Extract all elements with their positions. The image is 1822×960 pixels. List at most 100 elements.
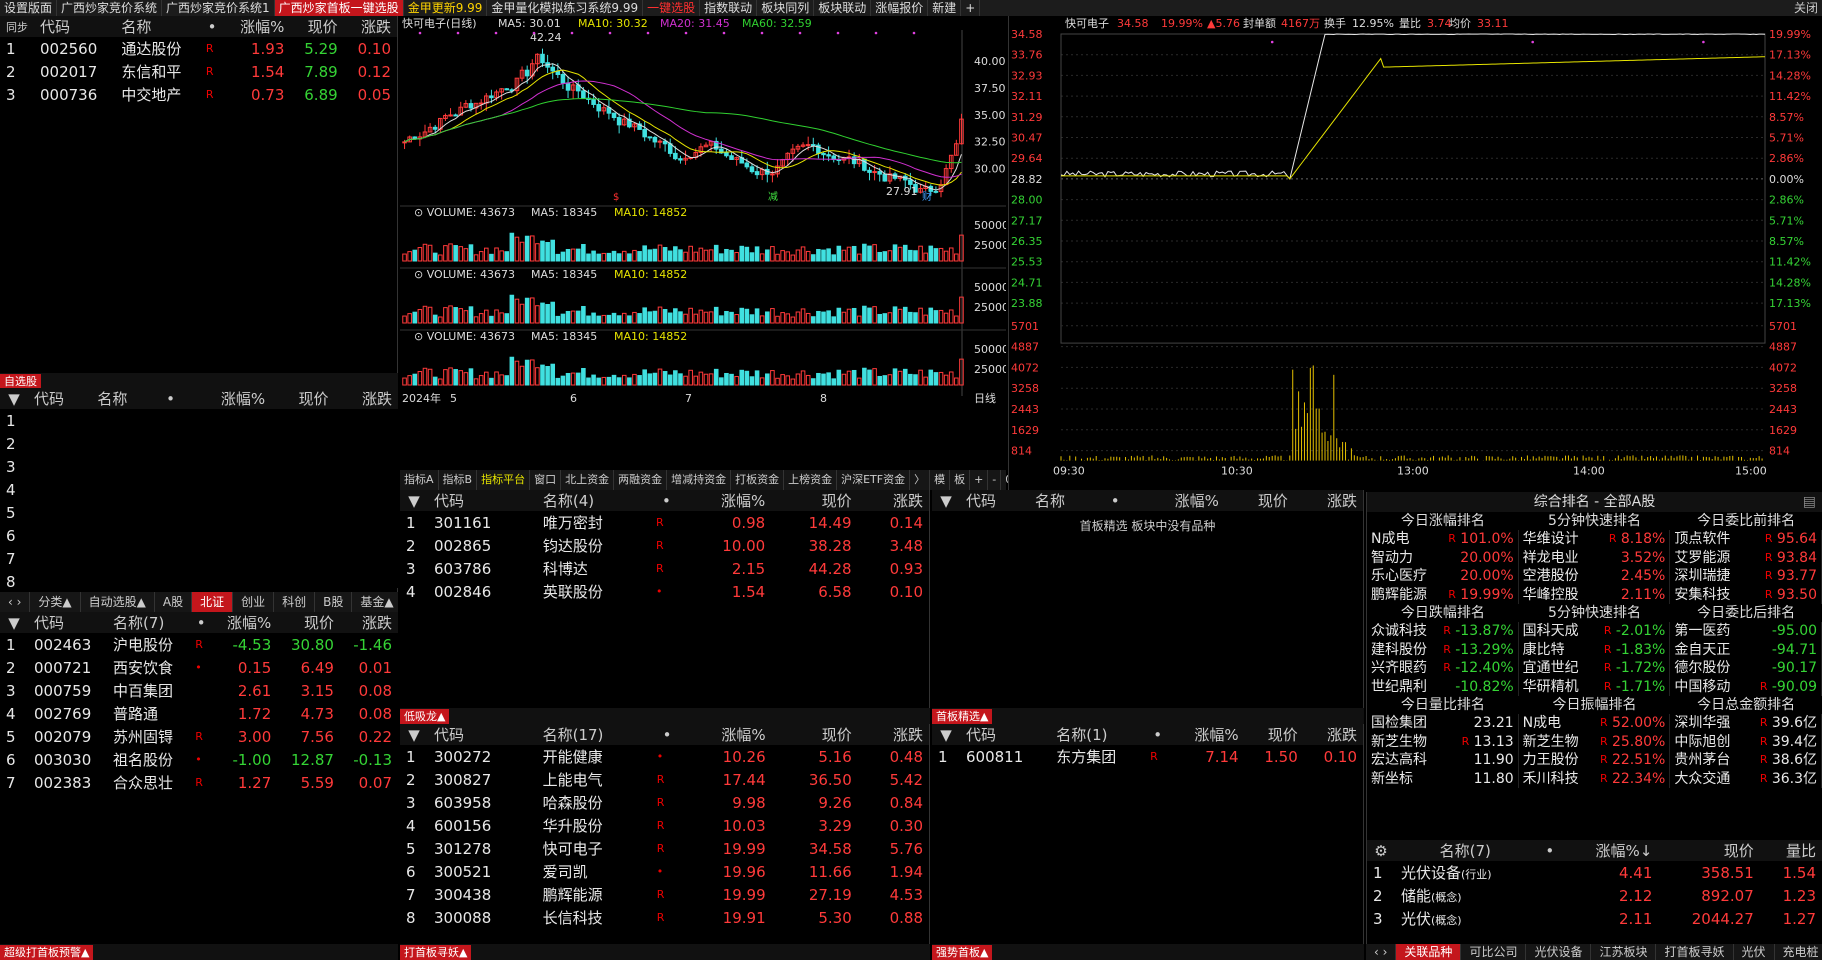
market-tab[interactable]: 分类▲ [30,592,81,612]
market-tab[interactable]: A股 [155,592,193,612]
rank-title[interactable]: 今日跌幅排名 [1367,604,1519,622]
rank-cell[interactable]: 禾川科技 R 22.34% [1519,769,1671,788]
col-code[interactable]: 代码 [428,724,537,745]
rank-cell[interactable]: 深圳华强 R 39.6亿 [1670,714,1822,733]
kline-chart[interactable]: 快可电子(日线) MA5: 30.01 MA10: 30.32 MA20: 31.45… [400,16,1009,470]
rank-cell[interactable]: 国科天成 R -2.01% [1519,622,1671,641]
col-code[interactable]: 代码 [28,612,107,633]
rank-cell[interactable]: 众诚科技 R -13.87% [1367,622,1519,641]
rank-title[interactable]: 5分钟快速排名 [1519,604,1671,622]
table-row[interactable]: 1 [0,409,398,432]
mid2-tag[interactable]: 首板精选▲ [932,709,993,724]
col-name[interactable]: 名称 [1029,490,1098,511]
col-pct[interactable]: 涨幅% [1171,724,1244,745]
sector-tab[interactable]: 打首板寻妖 [1656,944,1734,960]
sector-tab[interactable]: 可比公司 [1461,944,1527,960]
col-name[interactable]: 名称(17) [537,724,651,745]
rank-title[interactable]: 今日委比后排名 [1670,604,1822,622]
col-pct[interactable]: 涨幅% [683,724,771,745]
top-tab[interactable]: 广西炒家竞价系统1 [162,0,275,16]
rank-title[interactable]: 今日振幅排名 [1519,696,1671,714]
market-tab[interactable]: 北证 [192,592,234,612]
rank-cell[interactable]: 大众交通 R 36.3亿 [1670,769,1822,788]
top-tab[interactable]: 金甲更新9.99 [404,0,488,16]
top-tab[interactable]: 指数联动 [700,0,758,16]
table-row[interactable]: 6 300521 爱司凯 • 19.96 11.66 1.94 [400,860,929,883]
indicator-tab[interactable]: 北上资金 [561,470,615,490]
sector-tab[interactable]: 充电桩 [1775,944,1822,960]
rank-cell[interactable]: 建科股份 R -13.29% [1367,640,1519,659]
table-row[interactable]: 4 600156 华升股份 R 10.03 3.29 0.30 [400,814,929,837]
sector-tab[interactable]: 光伏 [1734,944,1775,960]
sector-col[interactable]: 名称(7) [1395,840,1536,861]
table-row[interactable]: 8 [0,570,398,589]
rank-cell[interactable]: 新芝生物 R 25.80% [1519,732,1671,751]
menu-icon[interactable]: ▤ [1803,492,1816,512]
col-price[interactable]: 现价 [1225,490,1294,511]
table-row[interactable]: 6 003030 祖名股份 • -1.00 12.87 -0.13 [0,748,398,771]
collapse-icon[interactable]: ▼ [400,490,428,511]
table-row[interactable]: 1 002560 通达股份 R 1.93 5.29 0.10 [0,37,397,60]
market-tab[interactable]: 自动选股▲ [81,592,155,612]
indicator-tab[interactable]: 上榜资金 [784,470,838,490]
rank-cell[interactable]: 华研精机 R -1.71% [1519,677,1671,696]
col-price[interactable]: 现价 [290,16,343,37]
rank-cell[interactable]: 中国移动 R -90.09 [1670,677,1822,696]
collapse-icon[interactable]: ▼ [932,724,960,745]
sector-tab[interactable]: 关联品种 [1396,944,1462,960]
rank-cell[interactable]: 空港股份 2.45% [1519,567,1671,586]
col-code[interactable]: 代码 [428,490,537,511]
indicator-tab[interactable]: 沪深ETF资金 [837,470,911,490]
col-chg[interactable]: 涨跌 [1304,724,1363,745]
rank-cell[interactable]: 宏达高科 11.90 [1367,751,1519,770]
sector-col[interactable]: 现价 [1658,840,1759,861]
col-pct[interactable]: 涨幅% [224,16,290,37]
rank-title[interactable]: 今日总金额排名 [1670,696,1822,714]
rank-cell[interactable]: 康比特 R -1.83% [1519,640,1671,659]
table-row[interactable]: 3 603958 哈森股份 R 9.98 9.26 0.84 [400,791,929,814]
col-code[interactable]: 代码 [34,16,115,37]
col-price[interactable]: 现价 [277,612,340,633]
sector-col[interactable]: 量比 [1760,840,1822,861]
col-code[interactable]: 代码 [960,724,1050,745]
market-tab[interactable]: 科创 [274,592,316,612]
zixuan-tag[interactable]: 自选股 [0,374,41,389]
table-row[interactable]: 4 002846 英联股份 • 1.54 6.58 0.10 [400,580,929,603]
rank-cell[interactable]: 宜通世纪 R -1.72% [1519,659,1671,678]
collapse-icon[interactable]: ▼ [0,612,28,633]
col-name[interactable]: 名称(1) [1050,724,1144,745]
indicator-tab[interactable]: 指标B [439,470,478,490]
rank-cell[interactable]: 华维设计 R 8.18% [1519,530,1671,549]
top-tab[interactable]: 板块同列 [757,0,815,16]
mid1-tag[interactable]: 低吸龙▲ [400,709,450,724]
table-row[interactable]: 5 002079 苏州固锝 R 3.00 7.56 0.22 [0,725,398,748]
rank-cell[interactable]: N成电 R 101.0% [1367,530,1519,549]
indicator-tab[interactable]: 指标平台 [477,470,531,490]
rank-cell[interactable]: 贵州茅台 R 38.6亿 [1670,751,1822,770]
indicator-control[interactable]: - [988,470,1002,490]
market-tab[interactable]: 创业 [233,592,275,612]
table-row[interactable]: 7 300438 鹏辉能源 R 19.99 27.19 4.53 [400,883,929,906]
table-row[interactable]: 5 [0,501,398,524]
sector-tab[interactable]: 光伏设备 [1526,944,1592,960]
rank-cell[interactable]: 祥龙电业 3.52% [1519,548,1671,567]
top-tab[interactable]: 涨幅报价 [871,0,929,16]
indicator-tab[interactable]: 两融资金 [614,470,668,490]
col-pct[interactable]: 涨幅% [213,612,277,633]
top-tab[interactable]: 广西炒家竞价系统 [57,0,163,16]
top-tab[interactable]: 广西炒家首板一键选股 [274,0,404,16]
rank-title[interactable]: 今日涨幅排名 [1367,512,1519,530]
sector-tab[interactable]: 江苏板块 [1591,944,1657,960]
col-code[interactable]: 代码 [28,388,91,409]
top-tab[interactable]: 金甲量化模拟练习系统9.99 [487,0,644,16]
col-chg[interactable]: 涨跌 [1294,490,1363,511]
table-row[interactable]: 2 300827 上能电气 R 17.44 36.50 5.42 [400,768,929,791]
col-pct[interactable]: 涨幅% [1132,490,1224,511]
col-pct[interactable]: 涨幅% [683,490,771,511]
collapse-icon[interactable]: ▼ [932,490,960,511]
table-row[interactable]: 4 002769 普路通 1.72 4.73 0.08 [0,702,398,725]
top-tab[interactable]: 板块联动 [814,0,872,16]
top-tab[interactable]: + [961,0,981,16]
rank-title[interactable]: 今日委比前排名 [1670,512,1822,530]
rank-cell[interactable]: 中际旭创 R 39.4亿 [1670,732,1822,751]
